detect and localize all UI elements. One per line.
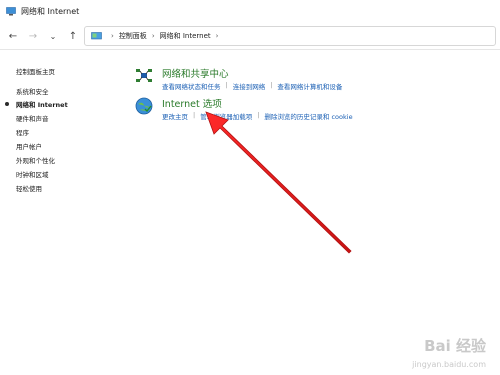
title-bar: 网络和 Internet <box>0 0 500 22</box>
link-delete-history[interactable]: 删除浏览的历史记录和 cookie <box>264 111 352 121</box>
sidebar-item-network[interactable]: 网络和 Internet <box>16 99 68 109</box>
navigation-bar: ← → ⌄ ↑ › 控制面板 › 网络和 Internet › <box>0 24 500 50</box>
sidebar-item-appearance[interactable]: 外观和个性化 <box>16 155 55 165</box>
link-divider: | <box>257 111 260 119</box>
current-page-indicator <box>5 102 9 106</box>
link-change-homepage[interactable]: 更改主页 <box>162 111 188 121</box>
section-heading-network-sharing[interactable]: 网络和共享中心 <box>162 66 229 80</box>
link-divider: | <box>270 81 273 89</box>
watermark-site: jingyan.baidu.com <box>412 360 486 369</box>
watermark: Bai 经验 jingyan.baidu.com <box>374 333 494 369</box>
link-view-network-computers[interactable]: 查看网络计算机和设备 <box>277 81 342 91</box>
forward-button[interactable]: → <box>26 30 40 44</box>
link-view-network-status[interactable]: 查看网络状态和任务 <box>162 81 221 91</box>
breadcrumb-item-control-panel[interactable]: 控制面板 <box>119 31 147 41</box>
link-manage-addons[interactable]: 管理浏览器加载项 <box>200 111 252 121</box>
network-sharing-icon <box>136 69 152 82</box>
breadcrumb-separator: › <box>151 32 155 40</box>
sidebar-item-ease-of-access[interactable]: 轻松使用 <box>16 183 42 193</box>
recent-locations-button[interactable]: ⌄ <box>46 30 60 44</box>
section-links: 更改主页 | 管理浏览器加载项 | 删除浏览的历史记录和 cookie <box>162 111 353 121</box>
section-heading-internet-options[interactable]: Internet 选项 <box>162 96 222 110</box>
breadcrumb-item-network[interactable]: 网络和 Internet <box>160 31 211 41</box>
up-button[interactable]: ↑ <box>66 30 80 44</box>
control-panel-icon <box>91 31 102 39</box>
sidebar-item-clock-region[interactable]: 时钟和区域 <box>16 169 49 179</box>
internet-options-icon <box>135 97 153 115</box>
breadcrumb-separator: › <box>215 32 219 40</box>
section-links: 查看网络状态和任务 | 连接到网络 | 查看网络计算机和设备 <box>162 81 342 91</box>
sidebar-item-home[interactable]: 控制面板主页 <box>16 66 55 76</box>
breadcrumb-separator: › <box>111 32 114 40</box>
back-button[interactable]: ← <box>6 30 20 44</box>
window-title: 网络和 Internet <box>21 6 80 16</box>
sidebar-item-programs[interactable]: 程序 <box>16 127 29 137</box>
address-bar[interactable]: › 控制面板 › 网络和 Internet › <box>84 26 496 46</box>
link-divider: | <box>193 111 196 119</box>
link-divider: | <box>225 81 228 89</box>
link-connect-to-network[interactable]: 连接到网络 <box>233 81 266 91</box>
control-panel-icon <box>6 6 16 15</box>
red-arrow-annotation <box>205 111 352 254</box>
sidebar-item-system-security[interactable]: 系统和安全 <box>16 86 49 96</box>
watermark-logo: Bai 经验 <box>424 337 486 355</box>
sidebar-item-user-accounts[interactable]: 用户帐户 <box>16 141 42 151</box>
sidebar-item-hardware-sound[interactable]: 硬件和声音 <box>16 113 49 123</box>
